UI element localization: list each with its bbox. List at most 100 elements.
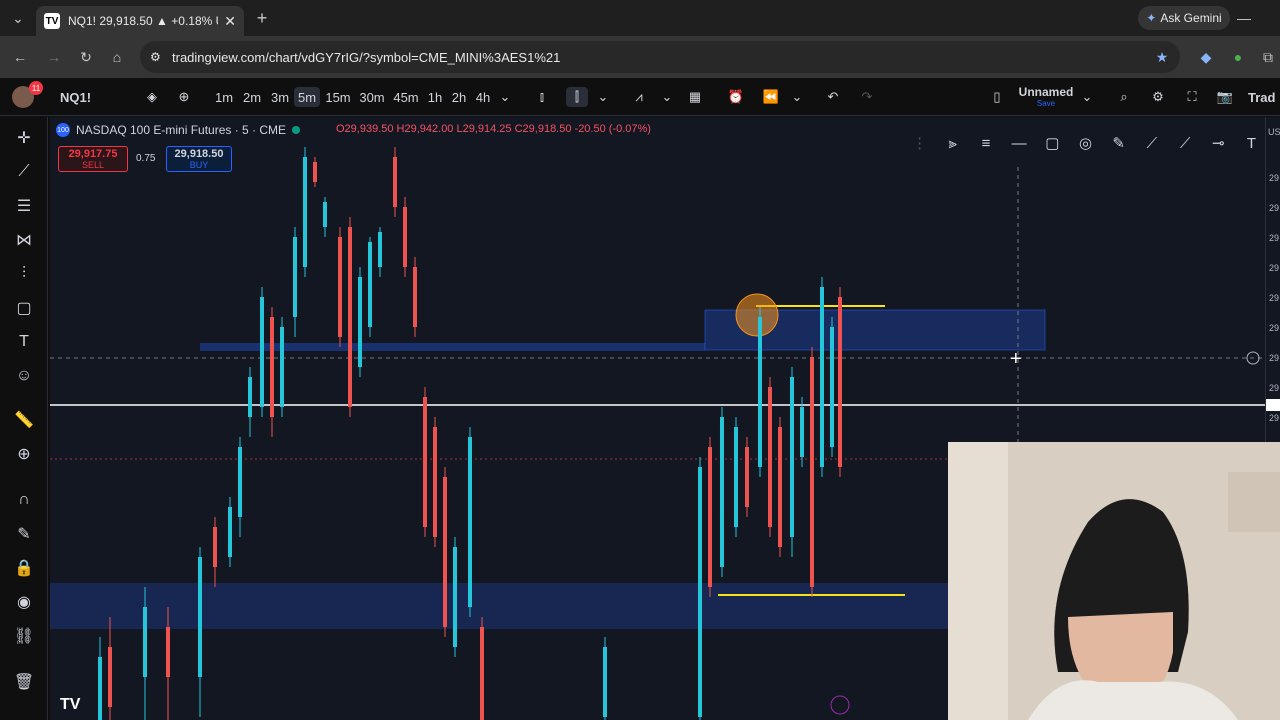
candle-body <box>734 427 738 527</box>
link-icon[interactable]: ⛓ <box>12 624 36 648</box>
candle-body <box>838 297 842 467</box>
shapes-icon[interactable]: ▢ <box>12 296 36 320</box>
quick-search-icon[interactable]: ⌕ <box>1114 87 1134 107</box>
settings-icon[interactable]: ⚙ <box>1148 87 1168 107</box>
alert-icon[interactable]: ⏰ <box>726 87 746 107</box>
horizontal-line-icon[interactable]: — <box>1008 135 1031 152</box>
trade-button[interactable]: Trad <box>1248 87 1280 107</box>
timeframe-5m[interactable]: 5m <box>294 87 320 107</box>
add-symbol-icon[interactable]: ⊕ <box>175 87 193 107</box>
browser-tab[interactable]: TV NQ1! 29,918.50 ▲ +0.18% Unna ✕ <box>36 6 244 36</box>
timeframe-1m[interactable]: 1m <box>212 87 236 107</box>
emoji-icon[interactable]: ☺ <box>12 364 36 388</box>
candle-body <box>603 647 607 717</box>
timeframe-15m[interactable]: 15m <box>324 87 352 107</box>
eye-icon[interactable]: ◉ <box>12 590 36 614</box>
panels-icon[interactable]: ▯ <box>987 87 1007 107</box>
parallel-channel-icon[interactable]: ≡ <box>974 135 997 152</box>
new-tab-button[interactable]: + <box>252 8 272 28</box>
axis-tick: 29 <box>1269 353 1280 363</box>
candle-body <box>433 427 437 537</box>
snapshot-camera-icon[interactable]: 📷 <box>1214 87 1236 107</box>
redo-icon[interactable]: ↷ <box>858 87 876 107</box>
minimize-window-icon[interactable]: — <box>1236 8 1252 28</box>
horizontal-ray-icon[interactable]: ⊸ <box>1207 134 1230 152</box>
brush-icon[interactable]: ✎ <box>1107 134 1130 152</box>
ask-gemini-button[interactable]: ✦ Ask Gemini <box>1138 6 1230 30</box>
undo-icon[interactable]: ↶ <box>824 87 842 107</box>
fullscreen-icon[interactable]: ⛶ <box>1182 87 1202 107</box>
layout-name: Unnamed <box>1018 84 1074 99</box>
zone-line-left[interactable] <box>200 343 705 351</box>
sell-button[interactable]: 29,917.75 SELL <box>58 146 128 172</box>
demand-zone-lower[interactable] <box>50 583 950 629</box>
url-text: tradingview.com/chart/vdGY7rIG/?symbol=C… <box>172 49 561 65</box>
compare-symbol-icon[interactable]: ◈ <box>143 87 161 107</box>
timeframe-2h[interactable]: 2h <box>450 87 468 107</box>
trend-line-icon[interactable]: ⟋ <box>12 160 36 184</box>
timeframe-1h[interactable]: 1h <box>426 87 444 107</box>
layouts-grid-icon[interactable]: ▦ <box>685 87 705 107</box>
candle-body <box>468 437 472 607</box>
candles-icon[interactable]: ⫿ <box>566 87 588 107</box>
timeframe-3m[interactable]: 3m <box>268 87 292 107</box>
lock-drawing-icon[interactable]: ✎ <box>12 522 36 546</box>
buy-button[interactable]: 29,918.50 BUY <box>166 146 232 172</box>
circle-tool-icon[interactable]: ◎ <box>1074 134 1097 152</box>
candle-body <box>443 477 447 627</box>
candle-body <box>338 237 342 337</box>
extension-icon[interactable]: ◆ <box>1196 47 1216 67</box>
forecast-icon[interactable]: ⫶ <box>12 262 36 286</box>
indicators-dropdown-icon[interactable]: ⌄ <box>661 87 673 107</box>
candle-body <box>260 297 264 407</box>
timeframe-2m[interactable]: 2m <box>240 87 264 107</box>
replay-dropdown-icon[interactable]: ⌄ <box>791 87 803 107</box>
timeframe-45m[interactable]: 45m <box>392 87 420 107</box>
axis-tick: 29 <box>1269 203 1280 213</box>
timeframe-30m[interactable]: 30m <box>358 87 386 107</box>
timeframe-dropdown-icon[interactable]: ⌄ <box>499 87 511 107</box>
text-annotation-icon[interactable]: T <box>1240 135 1263 152</box>
candle-body <box>745 447 749 507</box>
lock-icon[interactable]: 🔒 <box>12 556 36 580</box>
bookmark-star-icon[interactable]: ★ <box>1152 47 1172 67</box>
home-icon[interactable]: ⌂ <box>107 47 127 67</box>
candle-body <box>393 157 397 207</box>
text-tool-icon[interactable]: T <box>12 330 36 354</box>
fib-icon[interactable]: ☰ <box>12 194 36 218</box>
chart-title[interactable]: NASDAQ 100 E-mini Futures · 5 · CME <box>76 123 286 137</box>
crosshair-icon[interactable]: ✛ <box>12 126 36 150</box>
path-tool-icon[interactable]: ⟋ <box>1140 135 1163 152</box>
close-tab-icon[interactable]: ✕ <box>224 13 236 30</box>
timeframe-4h[interactable]: 4h <box>474 87 492 107</box>
zoom-in-icon[interactable]: ⊕ <box>12 442 36 466</box>
chart-type-dropdown-icon[interactable]: ⌄ <box>597 87 609 107</box>
extensions-puzzle-icon[interactable]: ⧉ <box>1258 47 1278 67</box>
candle-body <box>108 647 112 707</box>
back-icon[interactable]: ← <box>10 47 30 67</box>
indicators-icon[interactable]: ⩘ <box>629 87 649 107</box>
tab-search-icon[interactable]: ⌄ <box>8 8 28 28</box>
highlight-circle[interactable] <box>735 293 779 337</box>
site-info-icon[interactable]: ⚙ <box>150 50 161 64</box>
ruler-icon[interactable]: 📏 <box>12 408 36 432</box>
forward-icon[interactable]: → <box>44 47 64 67</box>
pattern-icon[interactable]: ⋈ <box>12 228 36 252</box>
trash-icon[interactable]: 🗑 <box>12 670 36 694</box>
magnet-icon[interactable]: ∩ <box>12 488 36 512</box>
reload-icon[interactable]: ↻ <box>76 47 96 67</box>
replay-marker-icon[interactable] <box>830 695 850 715</box>
rectangle-tool-icon[interactable]: ▢ <box>1041 134 1064 152</box>
candle-body <box>453 547 457 647</box>
profile-icon[interactable]: ● <box>1228 47 1248 67</box>
layout-dropdown-icon[interactable]: ⌄ <box>1081 87 1093 107</box>
ray-icon[interactable]: ⟋ <box>1174 135 1197 152</box>
bar-type-icon[interactable]: ⫾ <box>533 87 551 107</box>
axis-price-marker <box>1266 399 1280 411</box>
pitchfork-icon[interactable]: ⫸ <box>941 135 964 152</box>
drag-handle-icon[interactable]: ⋮ <box>908 134 931 152</box>
candle-body <box>720 417 724 567</box>
replay-icon[interactable]: ⏪ <box>761 87 781 107</box>
layout-name-button[interactable]: Unnamed Save <box>1016 82 1076 110</box>
url-field[interactable]: ⚙ tradingview.com/chart/vdGY7rIG/?symbol… <box>140 41 1180 73</box>
